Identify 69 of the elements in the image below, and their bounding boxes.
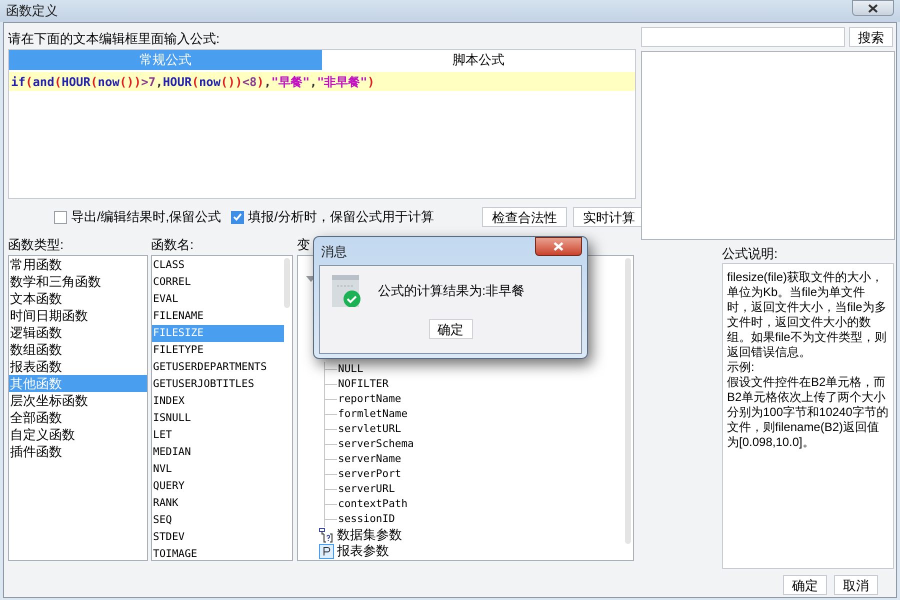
description-text: 示例: (727, 360, 756, 375)
close-button[interactable] (535, 237, 582, 256)
list-item[interactable]: 数组函数 (9, 341, 147, 358)
variable-item[interactable]: formletName (338, 406, 408, 422)
instruction-label: 请在下面的文本编辑框里面输入公式: (8, 30, 220, 48)
list-item[interactable]: FILENAME (152, 308, 284, 325)
variable-item[interactable]: servletURL (338, 422, 402, 438)
list-item[interactable]: ISNULL (152, 410, 284, 427)
list-item[interactable]: GETUSERJOBTITLES (152, 376, 284, 393)
list-item[interactable]: 插件函数 (9, 443, 147, 460)
description-text: filesize(file)获取文件的大小，单位为Kb。当file为单文件时，返回文件大小，当file为多文件时，返回文件大小的数组。如果file不为文件类型，则返回错误信息。 (727, 270, 888, 360)
list-item[interactable]: RANK (152, 495, 284, 512)
list-item[interactable]: 常用函数 (9, 256, 147, 273)
variable-item[interactable]: serverPort (338, 466, 402, 482)
list-item[interactable]: QUERY (152, 478, 284, 495)
list-item[interactable]: TOIMAGE (152, 546, 284, 563)
message-text: 公式的计算结果为:非早餐 (378, 282, 525, 300)
variable-item[interactable]: NOFILTER (338, 376, 389, 392)
checkbox[interactable] (54, 210, 67, 224)
list-item[interactable]: FILETYPE (152, 342, 284, 359)
list-item[interactable]: 报表函数 (9, 358, 147, 375)
list-item[interactable]: LET (152, 427, 284, 444)
list-item[interactable]: CLASS (152, 257, 284, 274)
variable-item[interactable]: reportName (338, 392, 402, 408)
list-item[interactable]: STDEV (152, 529, 284, 546)
dataset-icon (319, 528, 334, 542)
list-item[interactable]: 自定义函数 (9, 426, 147, 443)
close-icon (553, 242, 564, 251)
variable-item[interactable]: sessionID (338, 512, 395, 528)
list-label: 公式说明: (722, 245, 778, 263)
list-item[interactable]: 逻辑函数 (9, 324, 147, 341)
close-icon (868, 4, 878, 12)
list-item[interactable]: 全部函数 (9, 409, 147, 426)
description-text: 假设文件控件在B2单元格，而B2单元格依次上传了两个大小分别为100字节和10240字节的文件，则filename(B2)返回值为[0.098,10.0]。 (727, 375, 889, 450)
window-title: 函数定义 (6, 2, 58, 20)
list-item[interactable]: MEDIAN (152, 444, 284, 461)
list-item[interactable]: 层次坐标函数 (9, 392, 147, 409)
list-label: 函数类型: (8, 236, 64, 254)
variable-item[interactable]: serverURL (338, 482, 395, 498)
ok-button[interactable]: 确定 (428, 319, 472, 339)
list-item[interactable]: INDEX (152, 393, 284, 410)
list-label: 变 (297, 236, 310, 254)
list-item[interactable]: CORREL (152, 274, 284, 291)
search-button[interactable]: 搜索 (849, 27, 893, 47)
action-button[interactable]: 检查合法性 (482, 207, 567, 227)
variable-item[interactable]: NULL (338, 362, 364, 378)
list-item[interactable]: 时间日期函数 (9, 307, 147, 324)
dialog-button[interactable]: 确定 (783, 575, 827, 595)
list-item[interactable]: SEQ (152, 512, 284, 529)
checkbox[interactable] (231, 210, 244, 224)
parameter-icon (319, 544, 334, 558)
list-item[interactable]: 数学和三角函数 (9, 273, 147, 290)
variable-item[interactable]: contextPath (338, 496, 408, 512)
list-item[interactable]: GETUSERDEPARTMENTS (152, 359, 284, 376)
list-item[interactable]: 文本函数 (9, 290, 147, 307)
checkbox-label: 填报/分析时，保留公式用于计算 (248, 208, 434, 226)
list-item[interactable]: EVAL (152, 291, 284, 308)
close-button[interactable] (852, 0, 894, 16)
dialog-button[interactable]: 取消 (834, 575, 878, 595)
dialog-title: 消息 (321, 243, 347, 261)
list-label: 函数名: (151, 236, 194, 254)
variable-item[interactable]: serverName (338, 452, 402, 468)
search-field[interactable] (641, 27, 846, 47)
checkbox-label: 导出/编辑结果时,保留公式 (71, 208, 222, 226)
scrollbar-thumb[interactable] (284, 258, 290, 308)
success-icon (332, 275, 361, 307)
list-item[interactable]: NVL (152, 461, 284, 478)
scrollbar-thumb[interactable] (625, 258, 631, 544)
variable-item[interactable]: serverSchema (338, 436, 414, 452)
